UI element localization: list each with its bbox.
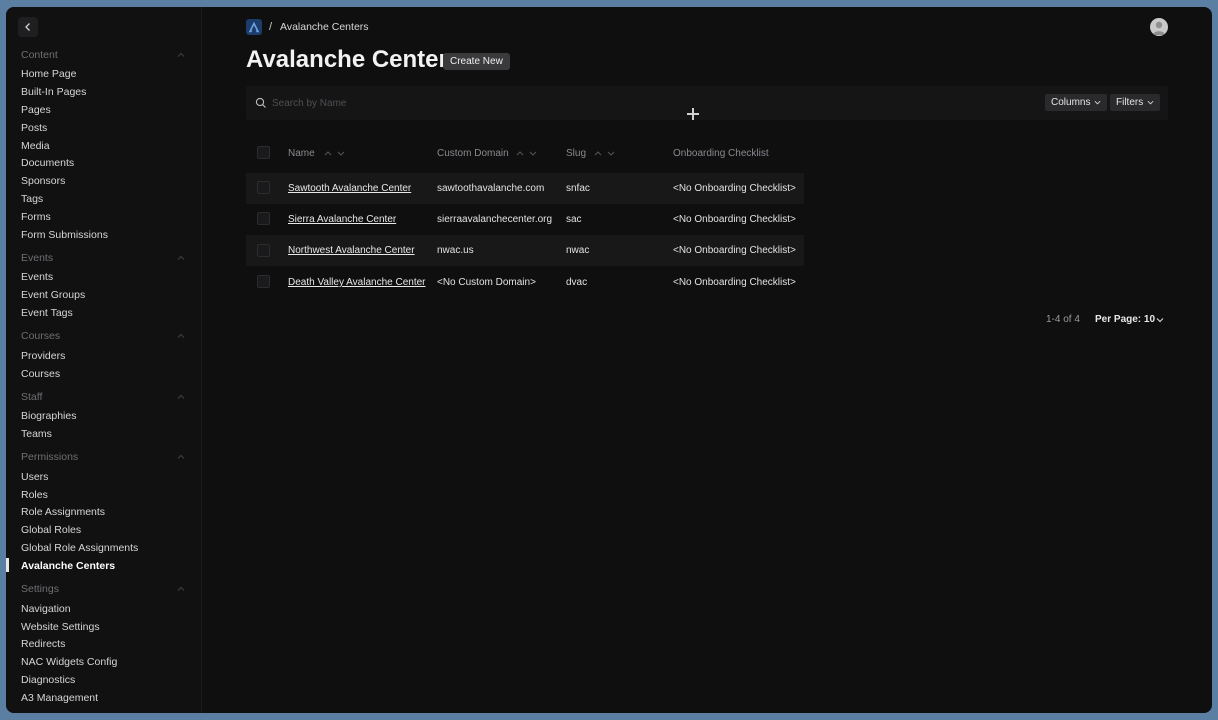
search-bar: Columns Filters (246, 86, 1168, 120)
per-page-select[interactable]: Per Page: 10 (1095, 314, 1155, 325)
column-header-onboarding-checklist[interactable]: Onboarding Checklist (673, 148, 769, 159)
sidebar-item-documents[interactable]: Documents (21, 157, 74, 169)
columns-button[interactable]: Columns (1045, 94, 1108, 111)
app-window: Content Home Page Built-In Pages Pages P… (6, 7, 1212, 713)
nav-group-permissions[interactable]: Permissions (21, 451, 78, 463)
custom-domain-cell: sierraavalanchecenter.org (437, 214, 553, 225)
search-icon (255, 97, 266, 108)
pagination-range: 1-4 of 4 (1046, 314, 1080, 325)
sidebar: Content Home Page Built-In Pages Pages P… (6, 7, 202, 713)
sidebar-item-biographies[interactable]: Biographies (21, 410, 76, 422)
avatar[interactable] (1150, 18, 1168, 36)
sidebar-item-navigation[interactable]: Navigation (21, 603, 71, 615)
sidebar-item-courses[interactable]: Courses (21, 368, 60, 380)
center-name-link[interactable]: Northwest Avalanche Center (288, 245, 415, 256)
filters-label: Filters (1116, 97, 1144, 108)
center-name-link[interactable]: Sierra Avalanche Center (288, 214, 396, 225)
sidebar-item-website-settings[interactable]: Website Settings (21, 621, 100, 633)
center-name-link[interactable]: Sawtooth Avalanche Center (288, 183, 411, 194)
nav-group-courses[interactable]: Courses (21, 330, 60, 342)
row-checkbox[interactable] (257, 244, 270, 257)
custom-domain-cell: nwac.us (437, 245, 474, 256)
custom-domain-cell: <No Custom Domain> (437, 277, 536, 288)
collapse-sidebar-button[interactable] (18, 17, 38, 37)
nav-group-events[interactable]: Events (21, 252, 53, 264)
search-input[interactable] (272, 94, 972, 112)
sidebar-item-users[interactable]: Users (21, 471, 48, 483)
chevron-up-icon[interactable] (176, 253, 186, 263)
sidebar-item-global-roles[interactable]: Global Roles (21, 524, 81, 536)
sort-arrows-icon[interactable] (592, 149, 616, 158)
sidebar-item-global-role-assignments[interactable]: Global Role Assignments (21, 542, 138, 554)
onboarding-checklist-cell: <No Onboarding Checklist> (673, 214, 796, 225)
sort-arrows-icon[interactable] (322, 149, 346, 158)
sidebar-item-tags[interactable]: Tags (21, 193, 43, 205)
sidebar-item-event-tags[interactable]: Event Tags (21, 307, 73, 319)
nav-group-settings[interactable]: Settings (21, 583, 59, 595)
sidebar-item-avalanche-centers[interactable]: Avalanche Centers (21, 560, 115, 572)
sidebar-item-role-assignments[interactable]: Role Assignments (21, 506, 105, 518)
sidebar-item-roles[interactable]: Roles (21, 489, 48, 501)
chevron-down-icon[interactable] (1156, 316, 1164, 324)
sidebar-item-a3-management[interactable]: A3 Management (21, 692, 98, 704)
sidebar-item-posts[interactable]: Posts (21, 122, 47, 134)
sidebar-item-form-submissions[interactable]: Form Submissions (21, 229, 108, 241)
sidebar-item-redirects[interactable]: Redirects (21, 638, 65, 650)
filters-button[interactable]: Filters (1110, 94, 1161, 111)
breadcrumb-current: Avalanche Centers (280, 21, 369, 33)
sidebar-item-home-page[interactable]: Home Page (21, 68, 76, 80)
sidebar-item-media[interactable]: Media (21, 140, 50, 152)
sidebar-item-built-in-pages[interactable]: Built-In Pages (21, 86, 86, 98)
slug-cell: snfac (566, 183, 590, 194)
chevron-up-icon[interactable] (176, 584, 186, 594)
sidebar-item-events[interactable]: Events (21, 271, 53, 283)
chevron-down-icon (1147, 100, 1154, 105)
sidebar-item-forms[interactable]: Forms (21, 211, 51, 223)
columns-label: Columns (1051, 97, 1091, 108)
onboarding-checklist-cell: <No Onboarding Checklist> (673, 183, 796, 194)
column-header-slug[interactable]: Slug (566, 148, 586, 159)
sidebar-item-diagnostics[interactable]: Diagnostics (21, 674, 75, 686)
slug-cell: dvac (566, 277, 588, 288)
nav-group-content[interactable]: Content (21, 49, 58, 61)
nav-group-staff[interactable]: Staff (21, 391, 42, 403)
custom-domain-cell: sawtoothavalanche.com (437, 183, 545, 194)
sidebar-item-nac-widgets-config[interactable]: NAC Widgets Config (21, 656, 117, 668)
chevron-left-icon (25, 23, 30, 31)
sidebar-item-event-groups[interactable]: Event Groups (21, 289, 85, 301)
slug-cell: nwac (566, 245, 590, 256)
column-header-name[interactable]: Name (288, 148, 315, 159)
chevron-up-icon[interactable] (176, 452, 186, 462)
slug-cell: sac (566, 214, 582, 225)
page-title: Avalanche Centers (246, 46, 462, 73)
sidebar-item-pages[interactable]: Pages (21, 104, 51, 116)
sidebar-item-sponsors[interactable]: Sponsors (21, 175, 65, 187)
sidebar-item-teams[interactable]: Teams (21, 428, 52, 440)
active-indicator (6, 558, 9, 572)
sidebar-item-providers[interactable]: Providers (21, 350, 65, 362)
chevron-up-icon[interactable] (176, 50, 186, 60)
column-header-custom-domain[interactable]: Custom Domain (437, 148, 509, 159)
move-cursor-icon (687, 108, 699, 120)
select-all-checkbox[interactable] (257, 146, 270, 159)
chevron-up-icon[interactable] (176, 331, 186, 341)
chevron-up-icon[interactable] (176, 392, 186, 402)
logo-icon[interactable] (246, 19, 262, 35)
onboarding-checklist-cell: <No Onboarding Checklist> (673, 277, 796, 288)
sort-arrows-icon[interactable] (514, 149, 538, 158)
center-name-link[interactable]: Death Valley Avalanche Center (288, 277, 426, 288)
row-checkbox[interactable] (257, 212, 270, 225)
onboarding-checklist-cell: <No Onboarding Checklist> (673, 245, 796, 256)
row-checkbox[interactable] (257, 181, 270, 194)
row-checkbox[interactable] (257, 275, 270, 288)
chevron-down-icon (1095, 100, 1101, 105)
create-new-button[interactable]: Create New (443, 53, 510, 70)
breadcrumb-separator: / (269, 21, 273, 33)
